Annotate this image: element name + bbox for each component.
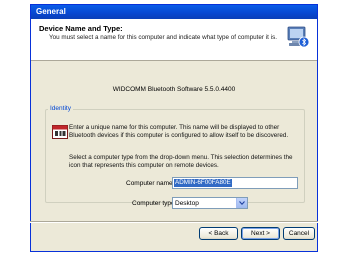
identity-instructions-type: Select a computer type from the drop-dow…	[69, 154, 293, 169]
computer-type-value: Desktop	[175, 200, 199, 207]
chevron-down-icon	[239, 201, 245, 205]
header-subtitle: You must select a name for this computer…	[49, 34, 277, 41]
computer-name-label: Computer name:	[126, 180, 175, 187]
dropdown-button[interactable]	[236, 198, 247, 208]
identity-instructions-name: Enter a unique name for this computer. T…	[69, 124, 289, 139]
computer-type-select[interactable]: Desktop	[172, 197, 248, 209]
computer-name-input[interactable]: ADMIN-6F00FA80E	[172, 177, 298, 189]
identity-group-label: Identity	[48, 105, 73, 112]
window-title: General	[31, 5, 317, 19]
wizard-header: Device Name and Type: You must select a …	[31, 19, 317, 61]
software-version: WIDCOMM Bluetooth Software 5.5.0.4400	[112, 86, 236, 93]
header-title: Device Name and Type:	[39, 24, 123, 33]
back-button[interactable]: < Back	[199, 227, 238, 240]
button-separator	[30, 221, 318, 223]
next-button[interactable]: Next >	[241, 227, 280, 240]
computer-name-value: ADMIN-6F00FA80E	[174, 179, 232, 187]
cancel-button[interactable]: Cancel	[283, 227, 315, 240]
id-card-icon	[52, 125, 68, 139]
computer-type-label: Computer type:	[132, 200, 177, 207]
computer-bluetooth-icon	[287, 26, 310, 48]
